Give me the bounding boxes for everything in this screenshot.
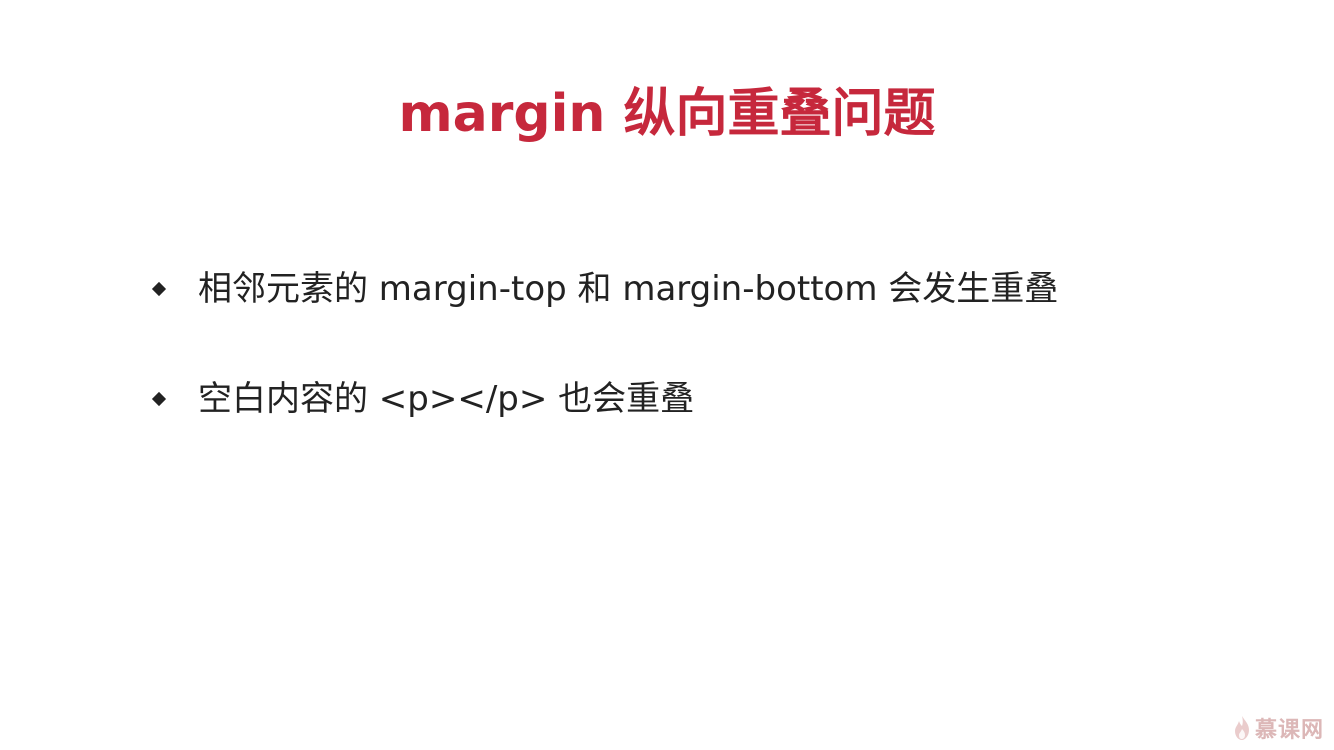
diamond-bullet-icon — [151, 391, 167, 407]
bullet-item: 相邻元素的 margin-top 和 margin-bottom 会发生重叠 — [151, 264, 1059, 314]
bullet-item: 空白内容的 <p></p> 也会重叠 — [151, 374, 695, 424]
watermark-logo: 慕课网 — [1233, 712, 1324, 744]
diamond-bullet-icon — [151, 281, 167, 297]
flame-icon — [1234, 716, 1249, 740]
slide: margin 纵向重叠问题 相邻元素的 margin-top 和 margin-… — [0, 0, 1334, 750]
bullet-text: 相邻元素的 margin-top 和 margin-bottom 会发生重叠 — [198, 269, 1059, 309]
slide-title: margin 纵向重叠问题 — [398, 84, 936, 144]
watermark-text: 慕课网 — [1254, 718, 1324, 743]
bullet-text: 空白内容的 <p></p> 也会重叠 — [198, 379, 695, 419]
